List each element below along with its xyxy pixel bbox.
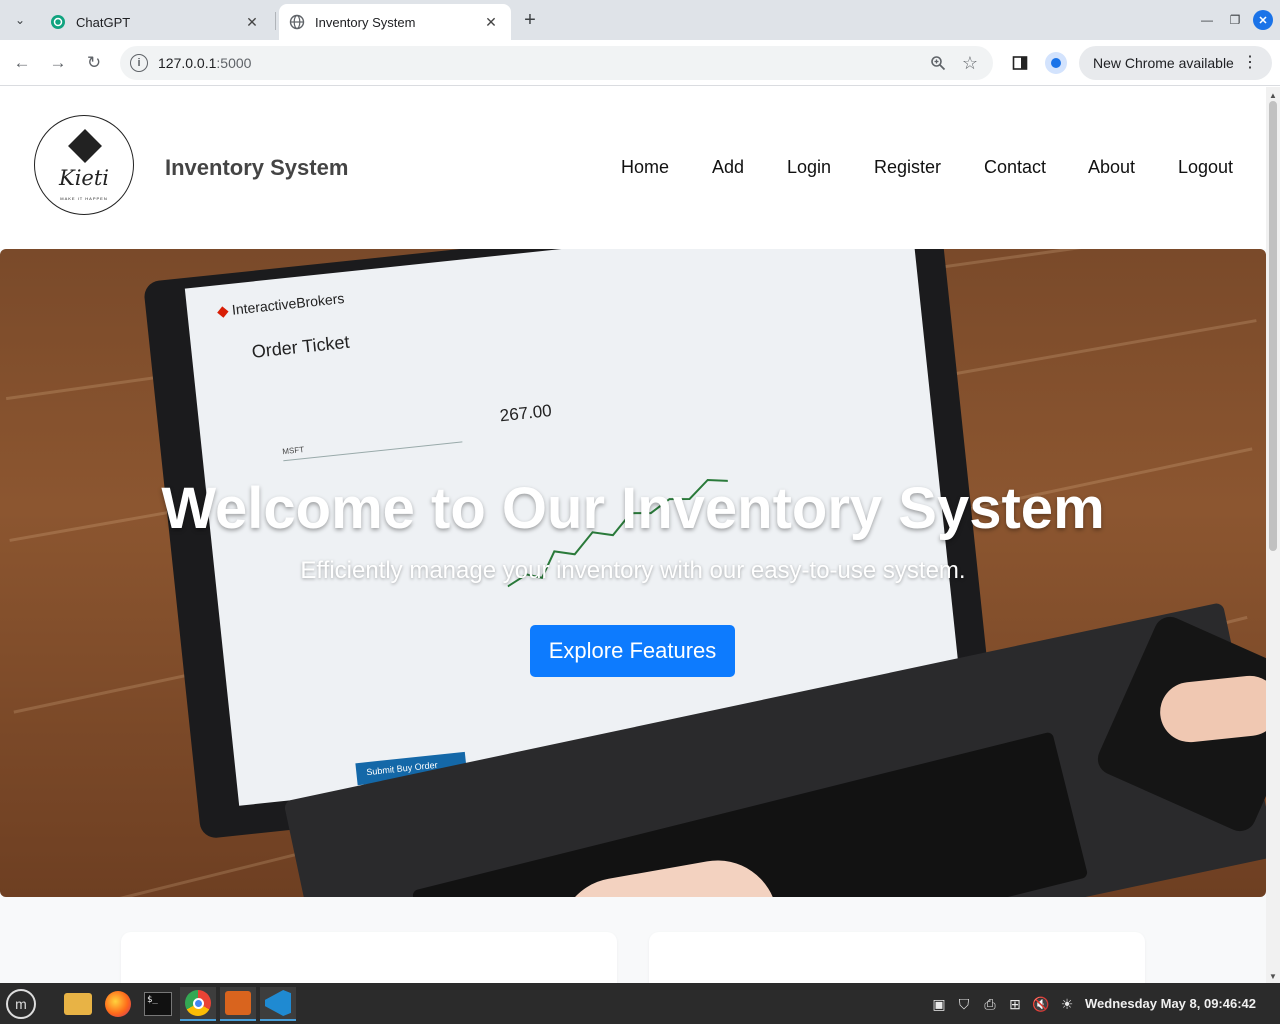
taskbar-firefox[interactable] <box>100 987 136 1021</box>
nav-register[interactable]: Register <box>874 157 941 178</box>
close-window-button[interactable]: ✕ <box>1253 10 1273 30</box>
firefox-icon <box>105 991 131 1017</box>
os-taskbar: m $_ ▣ ⛉ ⎙ ⊞ 🔇 ☀ Wednesday May 8, 09:46:… <box>0 983 1280 1024</box>
hero-section: ◆ InteractiveBrokers Order Ticket MSFT 2… <box>0 249 1266 897</box>
update-label: New Chrome available <box>1093 55 1234 71</box>
hero-title: Welcome to Our Inventory System <box>161 476 1105 541</box>
nav-add[interactable]: Add <box>712 157 744 178</box>
close-icon: ✕ <box>1258 14 1268 27</box>
person-icon <box>1051 58 1061 68</box>
chatgpt-icon <box>50 14 66 30</box>
more-vert-icon: ⋮ <box>1242 54 1258 71</box>
explore-features-button[interactable]: Explore Features <box>530 625 735 677</box>
screen-order-title: Order Ticket <box>250 331 351 362</box>
taskbar-files[interactable] <box>60 987 96 1021</box>
screen-symbol-field: MSFT <box>281 420 463 462</box>
tab-title: ChatGPT <box>76 14 131 30</box>
bookmark-star-icon[interactable]: ☆ <box>959 52 981 74</box>
side-panel-button[interactable] <box>1008 51 1032 75</box>
tab-divider <box>275 12 276 30</box>
start-menu-button[interactable]: m <box>3 987 39 1021</box>
nav-login[interactable]: Login <box>787 157 831 178</box>
scroll-up-icon[interactable]: ▲ <box>1269 91 1277 100</box>
brightness-icon[interactable]: ☀ <box>1058 995 1076 1013</box>
shield-icon[interactable]: ⛉ <box>955 995 973 1013</box>
clipboard-icon[interactable]: ▣ <box>930 995 948 1013</box>
network-icon[interactable]: ⊞ <box>1006 995 1024 1013</box>
profile-avatar[interactable] <box>1045 52 1067 74</box>
taskbar-terminal[interactable]: $_ <box>140 987 176 1021</box>
tab-title: Inventory System <box>315 14 416 30</box>
logo-mark-icon <box>68 129 102 163</box>
mint-menu-icon: m <box>6 989 36 1019</box>
screen-price: 267.00 <box>498 400 553 426</box>
feature-card <box>649 932 1145 983</box>
feature-card <box>121 932 617 983</box>
browser-toolbar: ← → ↻ i 127.0.0.1:5000 ☆ New Chrome avai… <box>0 40 1280 86</box>
screen-brand-label: InteractiveBrokers <box>231 290 346 318</box>
logo-wordmark: Kieti <box>59 166 109 190</box>
maximize-icon: ❐ <box>1229 13 1241 27</box>
site-info-icon[interactable]: i <box>130 54 148 72</box>
site-header: Kieti MAKE IT HAPPEN Inventory System Ho… <box>0 87 1266 249</box>
nav-home[interactable]: Home <box>621 157 669 178</box>
chrome-icon <box>185 990 211 1016</box>
forward-button[interactable]: → <box>46 51 70 75</box>
url-text[interactable]: 127.0.0.1:5000 <box>158 55 251 71</box>
back-button[interactable]: ← <box>10 51 34 75</box>
page-scrollbar[interactable]: ▲ ▼ <box>1266 87 1280 983</box>
tab-inventory-system[interactable]: Inventory System ✕ <box>279 4 511 40</box>
chrome-update-button[interactable]: New Chrome available ⋮ <box>1079 46 1272 80</box>
hero-subtitle: Efficiently manage your inventory with o… <box>300 557 966 584</box>
nav-contact[interactable]: Contact <box>984 157 1046 178</box>
tab-search-button[interactable]: ⌄ <box>8 8 32 32</box>
maximize-button[interactable]: ❐ <box>1225 10 1245 30</box>
printer-icon[interactable]: ⎙ <box>981 995 999 1013</box>
arrow-right-icon: → <box>49 53 67 72</box>
site-brand[interactable]: Inventory System <box>165 155 348 181</box>
taskbar-presentation[interactable] <box>220 987 256 1021</box>
address-bar[interactable]: i 127.0.0.1:5000 ☆ <box>120 46 993 80</box>
minimize-icon: — <box>1201 13 1213 27</box>
taskbar-clock[interactable]: Wednesday May 8, 09:46:42 <box>1085 996 1256 1011</box>
scroll-down-icon[interactable]: ▼ <box>1269 972 1277 981</box>
close-icon[interactable]: ✕ <box>481 12 501 32</box>
folder-icon <box>64 993 92 1015</box>
nav-about[interactable]: About <box>1088 157 1135 178</box>
taskbar-vscode[interactable] <box>260 987 296 1021</box>
scrollbar-thumb[interactable] <box>1269 101 1277 551</box>
url-host: 127.0.0.1 <box>158 55 217 71</box>
reload-icon: ↻ <box>86 53 102 72</box>
arrow-left-icon: ← <box>13 53 31 72</box>
tab-chatgpt[interactable]: ChatGPT ✕ <box>40 4 272 40</box>
zoom-icon[interactable] <box>927 52 949 74</box>
presentation-icon <box>225 991 251 1015</box>
taskbar-chrome[interactable] <box>180 987 216 1021</box>
url-port: :5000 <box>216 55 252 71</box>
globe-icon <box>289 14 305 30</box>
logo-tagline: MAKE IT HAPPEN <box>60 196 108 201</box>
new-tab-button[interactable]: + <box>518 8 542 32</box>
terminal-icon: $_ <box>144 992 172 1016</box>
reload-button[interactable]: ↻ <box>82 51 106 75</box>
volume-muted-icon[interactable]: 🔇 <box>1032 995 1050 1013</box>
page-viewport: Kieti MAKE IT HAPPEN Inventory System Ho… <box>0 87 1266 983</box>
vscode-icon <box>265 990 291 1016</box>
minimize-button[interactable]: — <box>1197 10 1217 30</box>
close-icon[interactable]: ✕ <box>242 12 262 32</box>
side-panel-icon <box>1012 56 1028 70</box>
chevron-down-icon: ⌄ <box>14 13 26 27</box>
nav-logout[interactable]: Logout <box>1178 157 1233 178</box>
plus-icon: + <box>524 8 536 31</box>
browser-tab-strip: ⌄ ChatGPT ✕ Inventory System ✕ + — ❐ ✕ <box>0 0 1280 40</box>
site-logo[interactable]: Kieti MAKE IT HAPPEN <box>34 115 134 215</box>
screen-brand-text: ◆ InteractiveBrokers <box>216 290 346 320</box>
